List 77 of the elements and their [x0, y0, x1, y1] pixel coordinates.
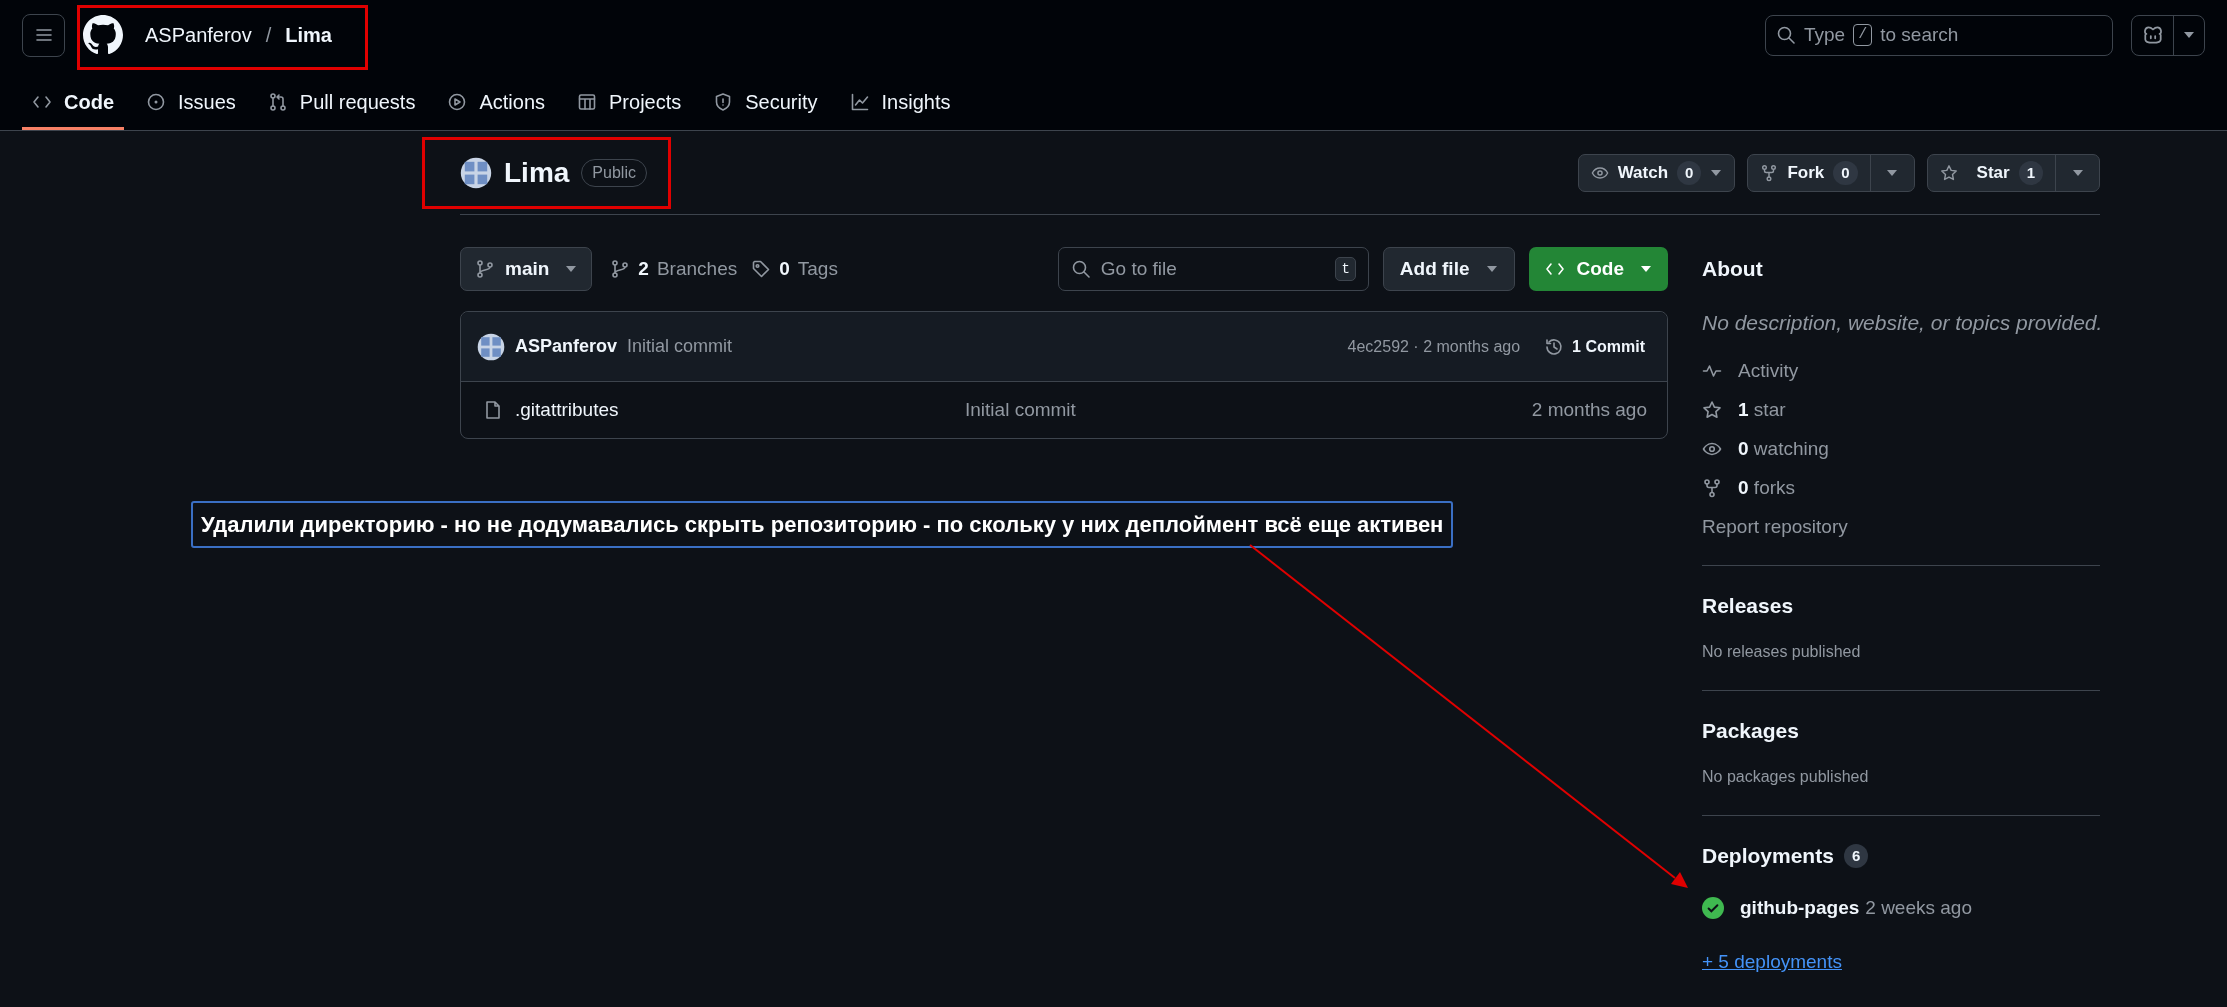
- about-stat-link[interactable]: 1 star: [1702, 395, 2100, 424]
- fork-icon: [1760, 163, 1779, 182]
- avatar-icon: [477, 332, 505, 361]
- caret-icon: [1640, 265, 1652, 273]
- count-badge: 1: [2018, 160, 2043, 185]
- report-link[interactable]: Report repository: [1702, 512, 2100, 541]
- tag-icon: [751, 259, 772, 279]
- shortcut-key: t: [1335, 257, 1356, 281]
- search-field[interactable]: Type / to search: [1765, 14, 2113, 56]
- caret-icon: [2071, 168, 2084, 177]
- table-icon: [577, 91, 598, 112]
- nav-tab[interactable]: Security: [703, 76, 828, 130]
- nav-tab[interactable]: Code: [22, 76, 124, 130]
- nav-tab[interactable]: Actions: [437, 76, 556, 130]
- about-heading: About: [1702, 256, 1764, 282]
- nav-tab[interactable]: Issues: [136, 76, 246, 130]
- count-badge: 0: [1833, 160, 1858, 185]
- shortcut-key: /: [1853, 24, 1873, 46]
- about-stat-link[interactable]: Activity: [1702, 356, 2100, 385]
- file-time: 2 months ago: [1531, 397, 1647, 422]
- nav-tab[interactable]: Insights: [839, 76, 961, 130]
- branch-selector[interactable]: main: [460, 247, 593, 291]
- commit-author-link[interactable]: ASPanferov: [515, 333, 618, 360]
- deployment-time: 2 weeks ago: [1865, 895, 1972, 920]
- repo-link[interactable]: Lima: [285, 20, 332, 50]
- star-icon: [1702, 399, 1722, 420]
- count-badge: 0: [1677, 160, 1702, 185]
- copilot-button[interactable]: [2131, 14, 2205, 56]
- caret-icon: [565, 265, 578, 273]
- search-icon: [1070, 259, 1091, 279]
- deployments-heading[interactable]: Deployments: [1702, 839, 1834, 872]
- more-deployments-link[interactable]: + 5 deployments: [1702, 948, 2100, 977]
- go-to-file-field[interactable]: Go to file t: [1057, 247, 1369, 291]
- caret-icon: [2183, 31, 2195, 39]
- caret-icon: [1710, 168, 1723, 177]
- menu-button[interactable]: [22, 13, 65, 57]
- watch-button[interactable]: Watch 0: [1578, 154, 1735, 191]
- play-icon: [447, 91, 468, 112]
- fork-icon: [1702, 477, 1722, 498]
- pull-request-icon: [267, 91, 288, 112]
- deployment-link[interactable]: github-pages: [1740, 893, 1860, 922]
- caret-icon: [1485, 265, 1498, 273]
- robot-icon: [2141, 24, 2164, 46]
- caret-icon: [1886, 168, 1899, 177]
- file-icon: [483, 400, 503, 420]
- commits-link[interactable]: 1 Commit: [1544, 334, 1645, 359]
- nav-tab[interactable]: Projects: [567, 76, 692, 130]
- branches-link[interactable]: 2 Branches: [610, 254, 738, 284]
- octocat-logo-icon[interactable]: [83, 15, 123, 55]
- section-empty-text: No releases published: [1702, 641, 1862, 662]
- add-file-button[interactable]: Add file: [1382, 247, 1515, 291]
- branch-icon: [475, 259, 495, 279]
- about-description: No description, website, or topics provided.: [1702, 310, 2100, 336]
- repo-title: Lima: [504, 155, 570, 190]
- path-separator: /: [265, 23, 272, 48]
- owner-link[interactable]: ASPanferov: [145, 20, 252, 50]
- code-button[interactable]: Code: [1528, 247, 1668, 291]
- history-icon: [1544, 336, 1565, 357]
- branch-icon: [610, 259, 631, 279]
- about-stat-link[interactable]: 0 watching: [1702, 434, 2100, 463]
- tags-link[interactable]: 0 Tags: [751, 254, 838, 284]
- graph-icon: [849, 91, 870, 112]
- search-icon: [1776, 25, 1796, 45]
- section-empty-text: No packages published: [1702, 766, 1870, 787]
- annotation-note: Удалили директорию - но не додумавались скрыть репозиторию - по скольку у них деплоймент всё еще активен: [191, 501, 1454, 548]
- commit-message-link[interactable]: Initial commit: [627, 333, 733, 360]
- star-icon: [1939, 163, 1958, 182]
- nav-tab[interactable]: Pull requests: [257, 76, 426, 130]
- about-stat-link[interactable]: 0 forks: [1702, 473, 2100, 502]
- section-heading[interactable]: Releases: [1702, 589, 2100, 622]
- count-badge: 6: [1843, 843, 1869, 868]
- file-commit-link[interactable]: Initial commit: [965, 395, 1076, 425]
- commit-meta: 4ec2592 · 2 months ago: [1347, 336, 1521, 357]
- section-heading[interactable]: Packages: [1702, 714, 2100, 747]
- file-name-link[interactable]: .gitattributes: [515, 395, 965, 425]
- avatar-icon: [460, 156, 492, 189]
- circle-dot-icon: [146, 91, 166, 112]
